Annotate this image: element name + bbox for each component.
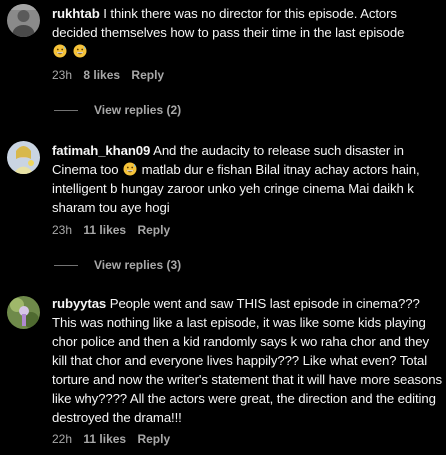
comment-text: I think there was no director for this e… bbox=[52, 6, 405, 40]
reply-button[interactable]: Reply bbox=[137, 432, 170, 446]
reply-button[interactable]: Reply bbox=[137, 223, 170, 237]
comment-meta: 23h 8 likes Reply bbox=[52, 68, 172, 82]
comment-username[interactable]: rubyytas bbox=[52, 296, 106, 311]
comment-time: 22h bbox=[52, 432, 73, 446]
replies-divider-line bbox=[54, 264, 78, 266]
comment-time: 23h bbox=[52, 223, 73, 237]
view-replies-label: View replies (2) bbox=[94, 103, 182, 117]
comment-likes[interactable]: 11 likes bbox=[83, 223, 126, 237]
avatar[interactable] bbox=[7, 4, 40, 37]
comment-likes[interactable]: 8 likes bbox=[83, 68, 120, 82]
comment-body: fatimah_khan09 And the audacity to relea… bbox=[52, 141, 442, 217]
avatar-rukhtab-image bbox=[7, 4, 40, 37]
comment-username[interactable]: rukhtab bbox=[52, 6, 100, 21]
comment-meta: 23h 11 likes Reply bbox=[52, 223, 178, 237]
comment-likes[interactable]: 11 likes bbox=[83, 432, 126, 446]
view-replies-button[interactable]: View replies (2) bbox=[54, 103, 181, 117]
comment-time: 23h bbox=[52, 68, 73, 82]
comment-body: rukhtab I think there was no director fo… bbox=[52, 4, 442, 61]
grinning-sweat-emoji bbox=[53, 44, 67, 58]
avatar-rubyytas-image bbox=[7, 296, 40, 329]
grinning-sweat-emoji bbox=[73, 44, 87, 58]
reply-button[interactable]: Reply bbox=[131, 68, 164, 82]
avatar[interactable] bbox=[7, 296, 40, 329]
comment-meta: 22h 11 likes Reply bbox=[52, 432, 178, 446]
comment-username[interactable]: fatimah_khan09 bbox=[52, 143, 150, 158]
avatar-fatimah-image bbox=[7, 141, 40, 174]
view-replies-label: View replies (3) bbox=[94, 258, 182, 272]
view-replies-button[interactable]: View replies (3) bbox=[54, 258, 181, 272]
grinning-sweat-emoji bbox=[123, 162, 137, 176]
avatar[interactable] bbox=[7, 141, 40, 174]
replies-divider-line bbox=[54, 109, 78, 111]
comment-text: People went and saw THIS last episode in… bbox=[52, 296, 442, 425]
comment-body: rubyytas People went and saw THIS last e… bbox=[52, 294, 442, 427]
